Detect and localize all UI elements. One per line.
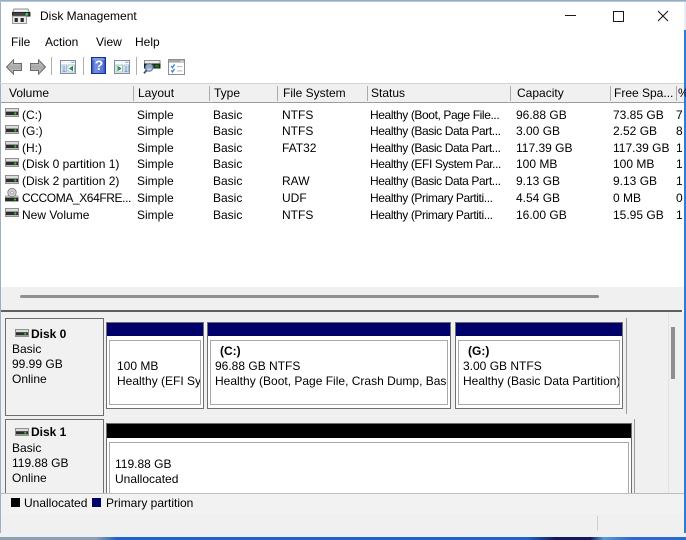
svg-text:?: ?: [95, 57, 104, 73]
